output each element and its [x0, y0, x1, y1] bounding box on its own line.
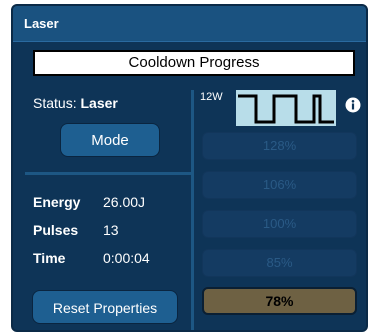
power-label: 12W	[200, 91, 223, 103]
stat-row-energy: Energy 26.00J	[33, 192, 173, 212]
status-label: Status:	[33, 95, 77, 111]
left-divider	[25, 172, 191, 175]
stat-row-time: Time 0:00:04	[33, 248, 173, 268]
status-text: Status: Laser	[33, 95, 118, 111]
stat-label: Pulses	[33, 222, 79, 238]
column-divider	[191, 90, 194, 330]
stat-value: 26.00J	[103, 194, 146, 210]
titlebar: Laser	[13, 6, 366, 42]
stat-label: Time	[33, 250, 66, 266]
power-level-100[interactable]: 100%	[202, 210, 357, 238]
window-title: Laser	[24, 16, 59, 31]
stat-label: Energy	[33, 194, 81, 210]
stats-list: Energy 26.00J Pulses 13 Time 0:00:04	[33, 192, 173, 276]
power-level-128[interactable]: 128%	[202, 132, 357, 160]
power-level-106[interactable]: 106%	[202, 171, 357, 199]
power-level-78[interactable]: 78%	[202, 287, 357, 315]
laser-panel: Laser Cooldown Progress Status: Laser Mo…	[11, 4, 368, 332]
status-value: Laser	[80, 95, 118, 111]
square-wave-icon[interactable]	[236, 90, 336, 126]
stat-value: 0:00:04	[103, 250, 150, 266]
cooldown-progress-label: Cooldown Progress	[33, 50, 355, 76]
reset-properties-button[interactable]: Reset Properties	[32, 290, 178, 324]
stat-value: 13	[103, 222, 119, 238]
mode-button[interactable]: Mode	[60, 123, 160, 157]
stat-row-pulses: Pulses 13	[33, 220, 173, 240]
power-level-85[interactable]: 85%	[202, 249, 357, 277]
info-icon[interactable]	[345, 97, 361, 113]
